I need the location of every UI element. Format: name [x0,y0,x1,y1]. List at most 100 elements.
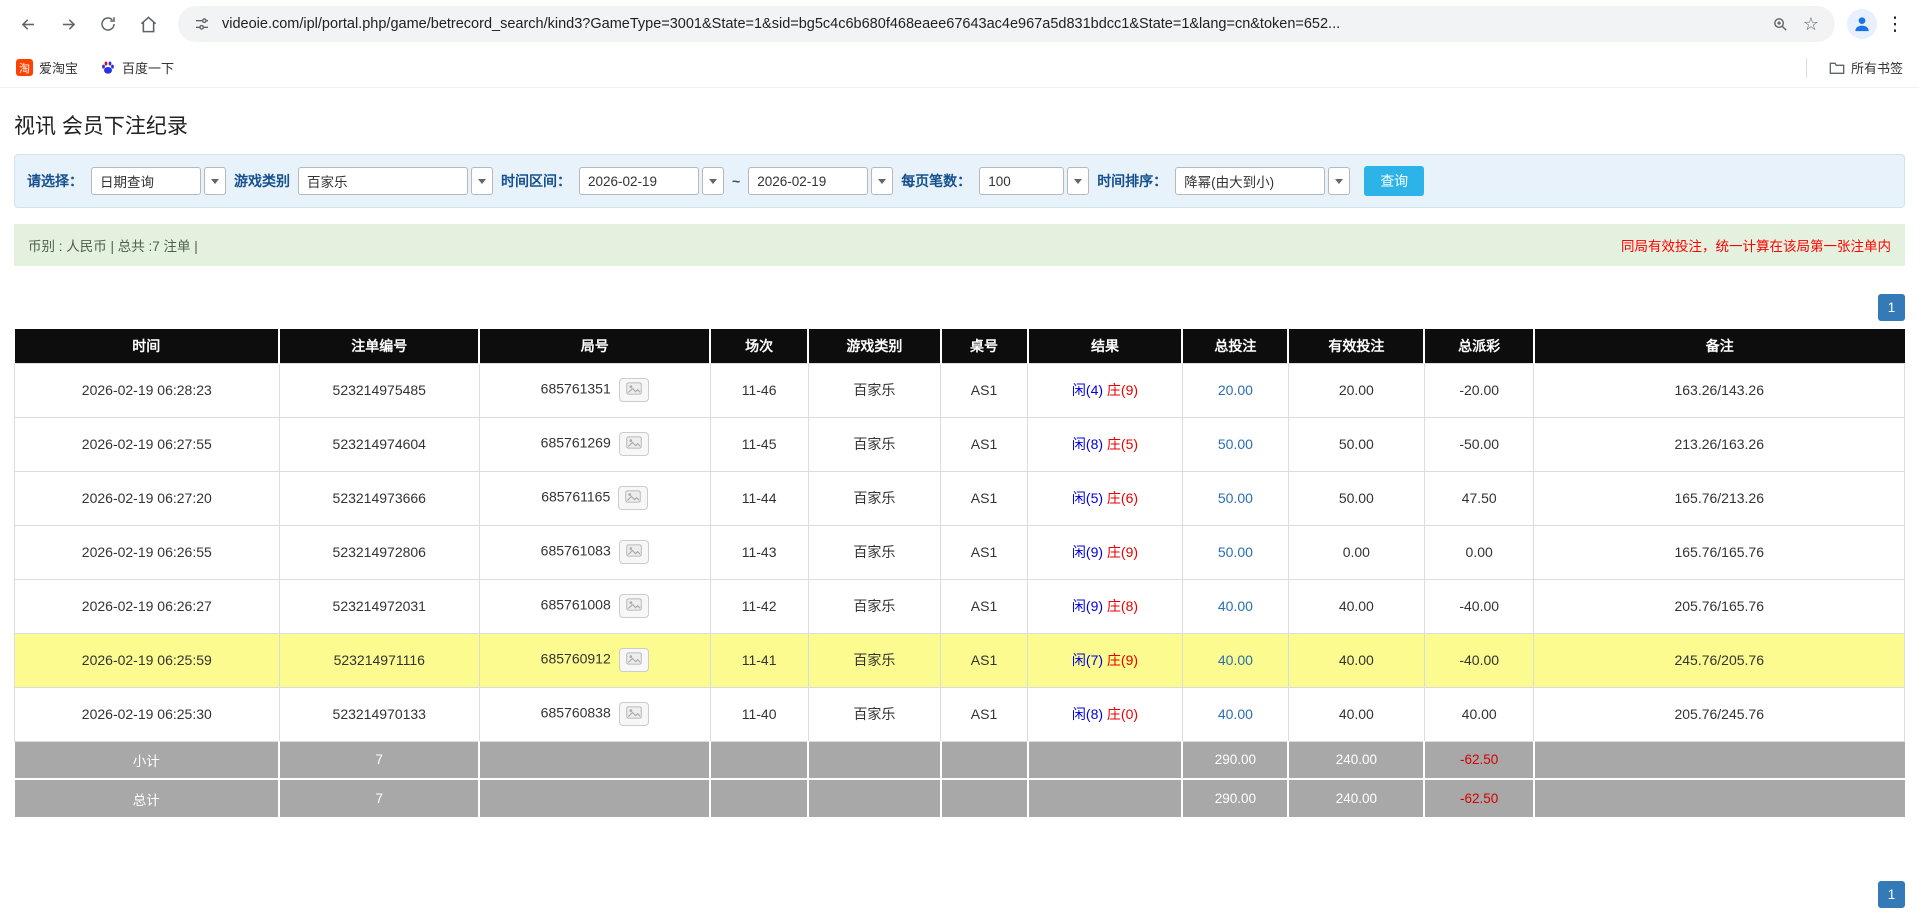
summary-total-bet: 290.00 [1182,779,1288,817]
cell-valid-bet: 40.00 [1288,579,1424,633]
query-type-dropdown-button[interactable] [204,167,226,195]
cell-time: 2026-02-19 06:25:30 [15,687,280,741]
search-button[interactable]: 查询 [1364,166,1424,196]
bookmark-star-icon[interactable]: ☆ [1801,13,1821,35]
column-header: 总投注 [1182,329,1288,363]
chevron-down-icon [878,179,886,184]
result-banker: 庄(5) [1107,436,1138,452]
back-button[interactable] [10,6,46,42]
cell-session: 11-41 [710,633,808,687]
total-bet-link[interactable]: 40.00 [1218,706,1253,722]
cell-time: 2026-02-19 06:28:23 [15,363,280,417]
total-bet-link[interactable]: 50.00 [1218,436,1253,452]
person-icon [1852,14,1872,34]
cell-bet-number: 523214972031 [279,579,479,633]
result-banker: 庄(0) [1107,706,1138,722]
cell-bet-number: 523214975485 [279,363,479,417]
bookmark-baidu[interactable]: 百度一下 [100,58,174,77]
cell-session: 11-42 [710,579,808,633]
summary-row: 总计7290.00240.00-62.50 [15,779,1905,817]
chevron-down-icon [1074,179,1082,184]
page-size-input[interactable] [979,167,1064,195]
summary-empty [808,741,940,779]
total-bet-link[interactable]: 50.00 [1218,544,1253,560]
column-header: 局号 [479,329,710,363]
url-bar[interactable]: videoie.com/ipl/portal.php/game/betrecor… [178,6,1835,42]
url-text[interactable]: videoie.com/ipl/portal.php/game/betrecor… [222,16,1760,32]
total-bet-link[interactable]: 50.00 [1218,490,1253,506]
table-row: 2026-02-19 06:27:20523214973666685761165… [15,471,1905,525]
cell-remark: 213.26/163.26 [1534,417,1905,471]
sort-input[interactable] [1175,167,1325,195]
summary-count: 7 [279,741,479,779]
zoom-icon[interactable] [1770,14,1791,35]
cell-total-bet: 20.00 [1182,363,1288,417]
replay-button[interactable] [618,486,648,510]
cell-session: 11-43 [710,525,808,579]
cell-time: 2026-02-19 06:27:20 [15,471,280,525]
date-to-combo [748,167,893,195]
game-type-input[interactable] [298,167,468,195]
bet-table-foot: 小计7290.00240.00-62.50总计7290.00240.00-62.… [15,741,1905,817]
cell-session: 11-46 [710,363,808,417]
summary-valid-bet: 240.00 [1288,779,1424,817]
page-button-1[interactable]: 1 [1878,881,1905,908]
round-number: 685761083 [541,543,611,559]
date-from-dropdown-button[interactable] [702,167,724,195]
replay-button[interactable] [619,432,649,456]
profile-avatar[interactable] [1847,9,1877,39]
bet-records-table: 时间注单编号局号场次游戏类别桌号结果总投注有效投注总派彩备注 2026-02-1… [14,329,1905,817]
result-banker: 庄(9) [1107,382,1138,398]
bookmark-taobao[interactable]: 淘 爱淘宝 [16,58,78,77]
column-header: 注单编号 [279,329,479,363]
replay-button[interactable] [619,648,649,672]
cell-bet-number: 523214973666 [279,471,479,525]
game-type-label: 游戏类别 [234,171,290,191]
page-size-dropdown-button[interactable] [1067,167,1089,195]
reload-icon [99,15,117,33]
cell-bet-number: 523214972806 [279,525,479,579]
chevron-down-icon [709,179,717,184]
date-to-dropdown-button[interactable] [871,167,893,195]
page-size-combo [979,167,1089,195]
cell-table-number: AS1 [941,525,1028,579]
round-number: 685761351 [541,381,611,397]
sort-dropdown-button[interactable] [1328,167,1350,195]
replay-button[interactable] [619,378,649,402]
cell-bet-number: 523214970133 [279,687,479,741]
replay-button[interactable] [619,594,649,618]
cell-total-bet: 50.00 [1182,471,1288,525]
cell-result: 闲(9) 庄(8) [1028,579,1183,633]
site-info-icon[interactable] [192,14,212,34]
result-banker: 庄(8) [1107,598,1138,614]
sort-label: 时间排序： [1097,171,1167,191]
replay-button[interactable] [619,702,649,726]
browser-menu-button[interactable]: ⋮ [1881,11,1909,38]
reload-button[interactable] [90,6,126,42]
page-button-1[interactable]: 1 [1878,294,1905,321]
date-to-input[interactable] [748,167,868,195]
query-type-label: 请选择： [27,171,83,191]
back-icon [19,15,38,34]
round-number: 685760912 [541,651,611,667]
summary-label: 总计 [15,779,280,817]
summary-empty [479,741,710,779]
cell-total-bet: 50.00 [1182,525,1288,579]
cell-game-type: 百家乐 [808,633,940,687]
cell-table-number: AS1 [941,687,1028,741]
cell-table-number: AS1 [941,471,1028,525]
table-row: 2026-02-19 06:25:30523214970133685760838… [15,687,1905,741]
game-type-dropdown-button[interactable] [471,167,493,195]
date-from-input[interactable] [579,167,699,195]
bookmark-label: 百度一下 [122,58,174,77]
total-bet-link[interactable]: 40.00 [1218,652,1253,668]
query-type-input[interactable] [91,167,201,195]
total-bet-link[interactable]: 40.00 [1218,598,1253,614]
forward-button[interactable] [50,6,86,42]
filter-bar: 请选择： 游戏类别 时间区间： ~ 每页笔数： 时间排序： [14,154,1905,208]
replay-button[interactable] [619,540,649,564]
total-bet-link[interactable]: 20.00 [1218,382,1253,398]
all-bookmarks-button[interactable]: 所有书签 [1829,58,1903,77]
round-number: 685761269 [541,435,611,451]
home-button[interactable] [130,6,166,42]
